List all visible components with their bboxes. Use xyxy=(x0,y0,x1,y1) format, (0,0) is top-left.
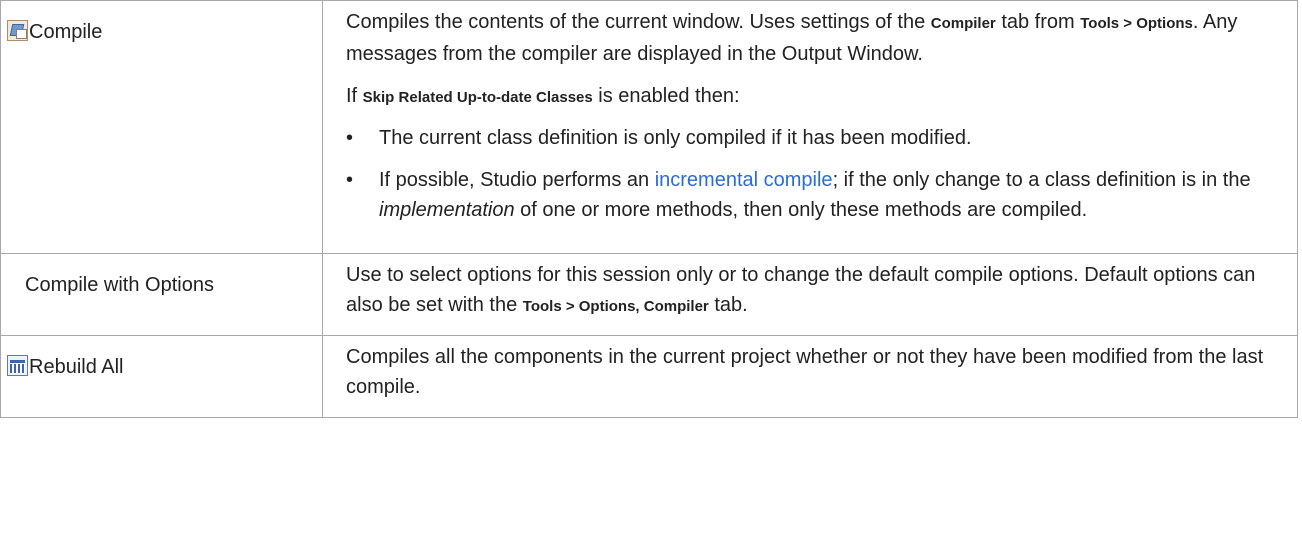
ui-term: Skip Related Up-to-date Classes xyxy=(362,89,593,106)
skip-condition-text: If Skip Related Up-to-date Classes is en… xyxy=(346,85,740,107)
rebuild-description: Compiles all the components in the curre… xyxy=(346,346,1264,398)
command-compile-with-options: Compile with Options xyxy=(1,254,322,300)
bullet-icon: • xyxy=(346,127,354,149)
incremental-compile-link[interactable]: incremental compile xyxy=(655,169,833,191)
rebuild-icon xyxy=(7,355,28,376)
list-item: • The current class definition is only co… xyxy=(346,123,1287,153)
command-label: Rebuild All xyxy=(29,356,124,378)
emphasis-text: implementation xyxy=(379,199,515,221)
ui-term: Tools > Options xyxy=(1080,15,1193,32)
table-row: Compile with Options Use to select optio… xyxy=(0,253,1298,336)
command-compile: Compile xyxy=(1,1,322,47)
description-cell: Use to select options for this session o… xyxy=(322,253,1298,336)
bullet-list: • The current class definition is only co… xyxy=(346,123,1287,225)
table-row: Rebuild All Compiles all the components … xyxy=(0,335,1298,418)
description-cell: Compiles the contents of the current win… xyxy=(322,0,1298,254)
command-rebuild-all: Rebuild All xyxy=(1,336,322,382)
compile-description: Compiles the contents of the current win… xyxy=(346,11,1238,65)
ui-term: Tools > Options, Compiler xyxy=(522,298,709,315)
description-cell: Compiles all the components in the curre… xyxy=(322,335,1298,418)
list-item: • If possible, Studio performs an increme… xyxy=(346,165,1287,225)
commands-table: Compile Compiles the contents of the cur… xyxy=(0,0,1298,418)
table-row: Compile Compiles the contents of the cur… xyxy=(0,0,1298,254)
command-cell: Rebuild All xyxy=(0,335,323,418)
compile-options-description: Use to select options for this session o… xyxy=(346,264,1256,316)
command-cell: Compile with Options xyxy=(0,253,323,336)
command-label: Compile with Options xyxy=(25,274,214,296)
compile-icon xyxy=(7,20,28,41)
command-cell: Compile xyxy=(0,0,323,254)
ui-term: Compiler xyxy=(930,15,996,32)
command-label: Compile xyxy=(29,21,103,43)
bullet-icon: • xyxy=(346,169,354,191)
